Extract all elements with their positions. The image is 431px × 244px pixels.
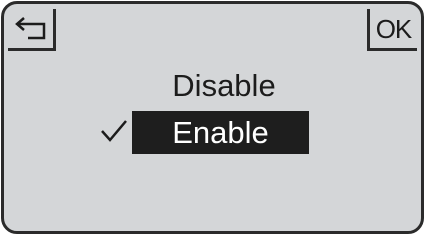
option-disable[interactable]: Disable [154, 66, 294, 106]
ok-button[interactable]: OK [367, 9, 417, 51]
lcd-screen: OK Disable Enable [1, 1, 424, 234]
checkmark-icon [101, 120, 127, 142]
option-enable[interactable]: Enable [132, 111, 309, 154]
back-button[interactable] [8, 9, 56, 51]
back-arrow-icon [15, 17, 46, 40]
